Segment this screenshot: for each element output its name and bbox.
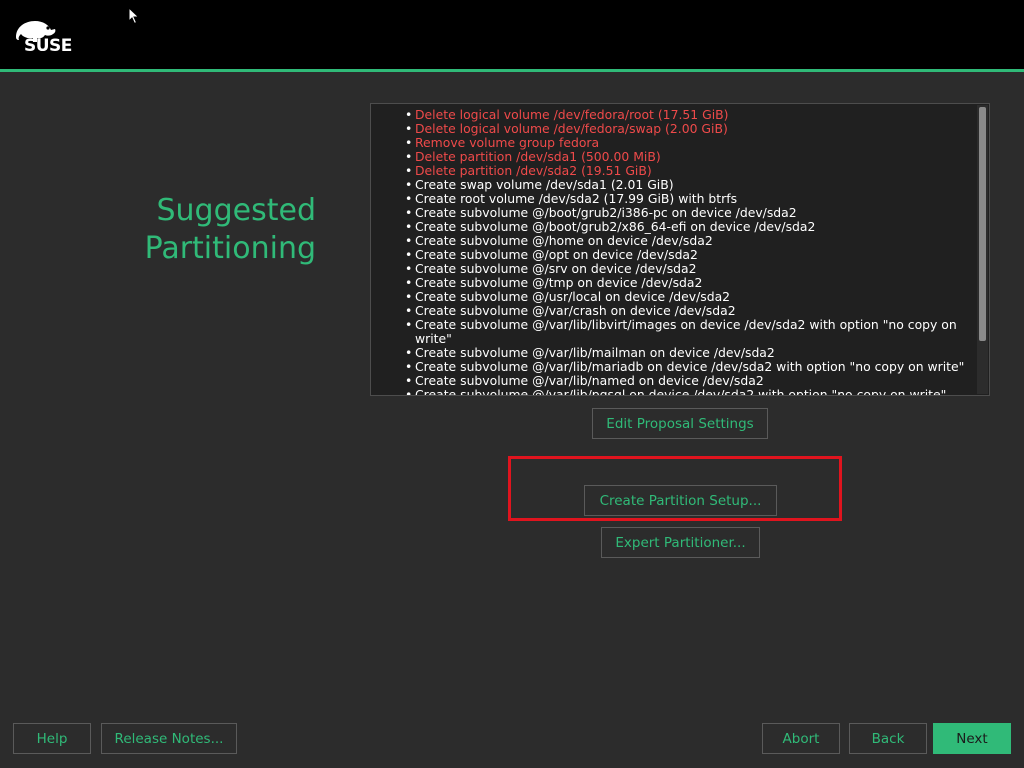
create-partition-setup-button[interactable]: Create Partition Setup...	[584, 485, 777, 516]
next-button[interactable]: Next	[933, 723, 1011, 754]
partition-action-item: Create subvolume @/var/lib/pgsql on devi…	[405, 388, 965, 396]
summary-scrollbar-thumb[interactable]	[979, 107, 986, 341]
partition-action-item: Create subvolume @/boot/grub2/x86_64-efi…	[405, 220, 965, 235]
edit-proposal-settings-button[interactable]: Edit Proposal Settings	[592, 408, 768, 439]
release-notes-button[interactable]: Release Notes...	[101, 723, 237, 754]
mouse-cursor-icon	[128, 7, 140, 25]
page-title: Suggested Partitioning	[110, 192, 316, 268]
partition-action-item: Create subvolume @/srv on device /dev/sd…	[405, 262, 965, 277]
partition-action-item: Delete partition /dev/sda2 (19.51 GiB)	[405, 164, 965, 179]
partition-action-item: Remove volume group fedora	[405, 136, 965, 151]
partition-action-item: Create root volume /dev/sda2 (17.99 GiB)…	[405, 192, 965, 207]
partition-action-item: Delete partition /dev/sda1 (500.00 MiB)	[405, 150, 965, 165]
partition-action-item: Create subvolume @/opt on device /dev/sd…	[405, 248, 965, 263]
partition-action-item: Create subvolume @/boot/grub2/i386-pc on…	[405, 206, 965, 221]
summary-scrollbar[interactable]	[977, 105, 988, 394]
partition-action-item: Create subvolume @/var/lib/libvirt/image…	[405, 318, 965, 346]
suse-wordmark: SUSE	[24, 36, 72, 56]
partition-action-item: Delete logical volume /dev/fedora/swap (…	[405, 122, 965, 137]
partition-action-item: Create swap volume /dev/sda1 (2.01 GiB)	[405, 178, 965, 193]
page-title-line2: Partitioning	[144, 231, 316, 266]
partition-action-item: Create subvolume @/home on device /dev/s…	[405, 234, 965, 249]
partition-actions-list: Delete logical volume /dev/fedora/root (…	[405, 108, 965, 396]
abort-button[interactable]: Abort	[762, 723, 840, 754]
partition-summary-view[interactable]: Delete logical volume /dev/fedora/root (…	[370, 103, 990, 396]
partition-action-item: Create subvolume @/var/lib/mariadb on de…	[405, 360, 965, 375]
page-title-line1: Suggested	[156, 193, 317, 228]
header-accent-line	[0, 69, 1024, 72]
partition-action-item: Create subvolume @/tmp on device /dev/sd…	[405, 276, 965, 291]
help-button[interactable]: Help	[13, 723, 91, 754]
partition-action-item: Create subvolume @/var/crash on device /…	[405, 304, 965, 319]
partition-action-item: Create subvolume @/usr/local on device /…	[405, 290, 965, 305]
partition-action-item: Create subvolume @/var/lib/mailman on de…	[405, 346, 965, 361]
back-button[interactable]: Back	[849, 723, 927, 754]
top-header	[0, 0, 1024, 69]
expert-partitioner-button[interactable]: Expert Partitioner...	[601, 527, 760, 558]
partition-action-item: Delete logical volume /dev/fedora/root (…	[405, 108, 965, 123]
partition-action-item: Create subvolume @/var/lib/named on devi…	[405, 374, 965, 389]
